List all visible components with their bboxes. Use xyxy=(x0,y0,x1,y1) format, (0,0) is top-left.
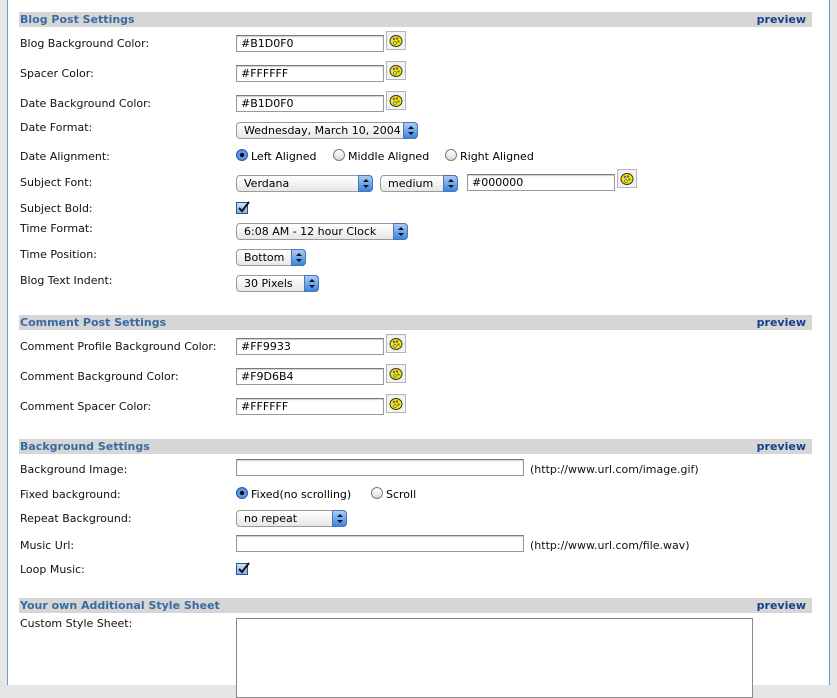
subject-bold-checkbox[interactable] xyxy=(236,201,250,214)
label-custom-style-sheet: Custom Style Sheet: xyxy=(20,617,133,630)
date-bg-color-input[interactable]: #B1D0F0 xyxy=(236,95,384,112)
chevron-updown-icon xyxy=(393,223,408,240)
preview-link[interactable]: preview xyxy=(757,13,806,26)
label-subject-bold: Subject Bold: xyxy=(20,202,93,215)
subject-font-select[interactable]: Verdana xyxy=(236,175,373,192)
label-comment-profile-bg-color: Comment Profile Background Color: xyxy=(20,340,217,353)
section-title: Blog Post Settings xyxy=(20,13,135,26)
radio-scroll[interactable] xyxy=(371,487,383,499)
subject-size-value: medium xyxy=(388,177,434,190)
section-header-blog-post: Blog Post Settings preview xyxy=(19,12,812,27)
radio-label: Right Aligned xyxy=(460,150,534,163)
repeat-background-value: no repeat xyxy=(244,512,298,525)
label-music-url: Music Url: xyxy=(20,539,75,552)
palette-icon xyxy=(389,368,403,380)
palette-icon xyxy=(389,65,403,77)
label-fixed-background: Fixed background: xyxy=(20,488,121,501)
color-picker-button[interactable] xyxy=(386,91,406,110)
color-picker-button[interactable] xyxy=(386,394,406,413)
time-position-select[interactable]: Bottom xyxy=(236,249,306,266)
section-header-style-sheet: Your own Additional Style Sheet preview xyxy=(19,598,812,613)
chevron-updown-icon xyxy=(443,175,458,192)
radio-right-aligned[interactable] xyxy=(445,149,457,161)
section-title: Comment Post Settings xyxy=(20,316,167,329)
music-url-hint: (http://www.url.com/file.wav) xyxy=(530,539,690,552)
chevron-updown-icon xyxy=(291,249,306,266)
chevron-updown-icon xyxy=(304,275,319,292)
section-header-comment-post: Comment Post Settings preview xyxy=(19,315,812,330)
preview-link[interactable]: preview xyxy=(757,599,806,612)
custom-style-sheet-textarea[interactable] xyxy=(236,618,753,698)
label-time-format: Time Format: xyxy=(20,222,93,235)
comment-bg-color-input[interactable]: #F9D6B4 xyxy=(236,368,384,385)
background-image-input[interactable] xyxy=(236,459,524,476)
palette-icon xyxy=(389,95,403,107)
palette-icon xyxy=(620,173,634,185)
color-picker-button[interactable] xyxy=(386,334,406,353)
music-url-input[interactable] xyxy=(236,535,524,552)
radio-left-aligned[interactable] xyxy=(236,149,248,161)
radio-middle-aligned[interactable] xyxy=(333,149,345,161)
comment-spacer-color-input[interactable]: #FFFFFF xyxy=(236,398,384,415)
label-loop-music: Loop Music: xyxy=(20,563,85,576)
color-picker-button[interactable] xyxy=(386,61,406,80)
label-repeat-background: Repeat Background: xyxy=(20,512,132,525)
settings-page: Blog Post Settings preview Blog Backgrou… xyxy=(7,0,830,698)
color-picker-button[interactable] xyxy=(386,31,406,50)
checkmark-icon xyxy=(238,562,250,574)
label-blog-bg-color: Blog Background Color: xyxy=(20,37,150,50)
background-image-hint: (http://www.url.com/image.gif) xyxy=(530,463,699,476)
label-blog-text-indent: Blog Text Indent: xyxy=(20,274,113,287)
chevron-updown-icon xyxy=(332,510,347,527)
preview-link[interactable]: preview xyxy=(757,316,806,329)
blog-text-indent-select[interactable]: 30 Pixels xyxy=(236,275,319,292)
label-date-bg-color: Date Background Color: xyxy=(20,97,152,110)
section-title: Background Settings xyxy=(20,440,150,453)
color-picker-button[interactable] xyxy=(386,364,406,383)
label-time-position: Time Position: xyxy=(20,248,97,261)
radio-label: Scroll xyxy=(386,488,417,501)
subject-size-select[interactable]: medium xyxy=(380,175,458,192)
palette-icon xyxy=(389,338,403,350)
blog-text-indent-value: 30 Pixels xyxy=(244,277,293,290)
label-background-image: Background Image: xyxy=(20,463,128,476)
blog-bg-color-input[interactable]: #B1D0F0 xyxy=(236,35,384,52)
spacer-color-input[interactable]: #FFFFFF xyxy=(236,65,384,82)
color-picker-button[interactable] xyxy=(617,169,637,188)
time-format-select[interactable]: 6:08 AM - 12 hour Clock xyxy=(236,223,408,240)
label-subject-font: Subject Font: xyxy=(20,176,93,189)
label-spacer-color: Spacer Color: xyxy=(20,67,94,80)
preview-link[interactable]: preview xyxy=(757,440,806,453)
subject-font-value: Verdana xyxy=(244,177,290,190)
label-comment-bg-color: Comment Background Color: xyxy=(20,370,179,383)
time-position-value: Bottom xyxy=(244,251,285,264)
palette-icon xyxy=(389,398,403,410)
label-date-alignment: Date Alignment: xyxy=(20,150,110,163)
label-date-format: Date Format: xyxy=(20,121,93,134)
repeat-background-select[interactable]: no repeat xyxy=(236,510,347,527)
palette-icon xyxy=(389,35,403,47)
date-format-select[interactable]: Wednesday, March 10, 2004 xyxy=(236,122,418,139)
date-format-value: Wednesday, March 10, 2004 xyxy=(244,124,401,137)
radio-label: Fixed(no scrolling) xyxy=(251,488,352,501)
radio-fixed[interactable] xyxy=(236,487,248,499)
chevron-updown-icon xyxy=(358,175,373,192)
section-title: Your own Additional Style Sheet xyxy=(20,599,220,612)
checkmark-icon xyxy=(238,201,250,213)
label-comment-spacer-color: Comment Spacer Color: xyxy=(20,400,152,413)
loop-music-checkbox[interactable] xyxy=(236,562,250,575)
comment-profile-bg-color-input[interactable]: #FF9933 xyxy=(236,338,384,355)
radio-label: Left Aligned xyxy=(251,150,317,163)
subject-color-input[interactable]: #000000 xyxy=(467,174,615,191)
time-format-value: 6:08 AM - 12 hour Clock xyxy=(244,225,377,238)
radio-label: Middle Aligned xyxy=(348,150,430,163)
section-header-background: Background Settings preview xyxy=(19,439,812,454)
chevron-updown-icon xyxy=(403,122,418,139)
